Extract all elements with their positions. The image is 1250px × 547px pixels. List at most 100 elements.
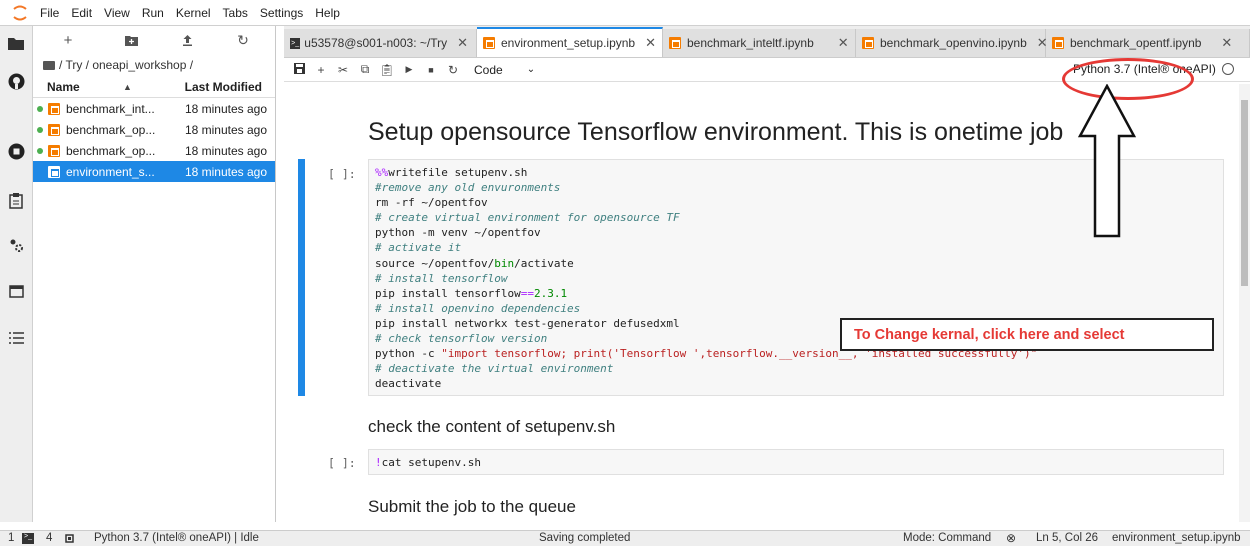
file-row-selected[interactable]: environment_s... 18 minutes ago xyxy=(33,161,275,182)
sort-up-icon[interactable]: ▲ xyxy=(123,82,183,92)
file-browser: + ↻ / Try / oneapi_workshop / Name ▲ Las… xyxy=(33,26,276,522)
code-cell-source[interactable]: !cat setupenv.sh xyxy=(369,450,1223,475)
column-last-modified[interactable]: Last Modified xyxy=(183,80,268,94)
menu-kernel[interactable]: Kernel xyxy=(176,6,211,20)
tab-benchmark-opentf[interactable]: benchmark_opentf.ipynb ✕ xyxy=(1046,29,1250,57)
extensions-icon[interactable] xyxy=(7,236,25,254)
cursor-position[interactable]: Ln 5, Col 26 xyxy=(1036,532,1098,544)
file-list-header: Name ▲ Last Modified xyxy=(33,76,275,98)
scrollbar-thumb[interactable] xyxy=(1241,100,1248,286)
menu-help[interactable]: Help xyxy=(315,6,340,20)
tab-label: u53578@s001-n003: ~/Try xyxy=(304,36,448,50)
close-icon[interactable]: ✕ xyxy=(838,35,849,51)
cell-prompt: [ ]: xyxy=(328,167,356,181)
file-modified: 18 minutes ago xyxy=(184,122,267,137)
copy-icon[interactable]: ⧉ xyxy=(354,62,376,77)
upload-button[interactable] xyxy=(159,27,215,53)
status-count-1[interactable]: 1 xyxy=(8,532,14,544)
annotation-callout: To Change kernal, click here and select xyxy=(840,318,1214,351)
breadcrumb-path[interactable]: / Try / oneapi_workshop / xyxy=(59,58,193,72)
refresh-button[interactable]: ↻ xyxy=(215,27,271,53)
bug-icon[interactable]: ⊗ xyxy=(1006,531,1016,545)
plus-icon: + xyxy=(63,31,73,49)
running-dot-icon xyxy=(37,169,43,175)
folder-icon[interactable] xyxy=(7,34,25,52)
close-icon[interactable]: ✕ xyxy=(645,35,656,51)
cut-icon[interactable]: ✂ xyxy=(332,63,354,77)
run-icon[interactable]: ▶ xyxy=(398,64,420,75)
jupyter-logo-icon xyxy=(0,0,40,26)
notebook-icon xyxy=(1052,37,1064,49)
file-row[interactable]: benchmark_int... 18 minutes ago xyxy=(33,98,275,119)
file-browser-toolbar: + ↻ xyxy=(33,26,275,54)
running-icon[interactable] xyxy=(7,142,25,160)
menu-view[interactable]: View xyxy=(104,6,130,20)
column-name[interactable]: Name xyxy=(33,80,123,94)
toc-icon[interactable] xyxy=(7,329,25,347)
notebook-icon xyxy=(669,37,681,49)
vertical-scrollbar[interactable] xyxy=(1239,84,1250,522)
annotation-arrow-icon xyxy=(1077,84,1137,238)
new-folder-button[interactable] xyxy=(103,27,159,53)
file-name: environment_s... xyxy=(65,164,155,179)
tab-environment-setup[interactable]: environment_setup.ipynb ✕ xyxy=(477,27,663,57)
restart-icon[interactable]: ↻ xyxy=(442,63,464,77)
status-count-2[interactable]: 4 xyxy=(46,532,52,544)
markdown-heading: check the content of setupenv.sh xyxy=(368,417,616,436)
upload-icon xyxy=(182,35,192,46)
notebook-icon xyxy=(483,37,495,49)
menu-file[interactable]: File xyxy=(40,6,59,20)
notebook-icon xyxy=(862,37,874,49)
terminal-icon: >_ xyxy=(290,37,301,49)
status-bar: 1 >_ 4 Python 3.7 (Intel® oneAPI) | Idle… xyxy=(0,530,1250,546)
new-launcher-button[interactable]: + xyxy=(33,27,103,53)
menu-settings[interactable]: Settings xyxy=(260,6,303,20)
code-cell[interactable]: !cat setupenv.sh xyxy=(368,449,1224,475)
notebook-heading: Setup opensource Tensorflow environment.… xyxy=(368,118,1064,146)
paste-icon[interactable]: 📋︎ xyxy=(376,63,398,77)
tab-label: benchmark_opentf.ipynb xyxy=(1070,36,1202,50)
tab-benchmark-inteltf[interactable]: benchmark_inteltf.ipynb ✕ xyxy=(663,29,856,57)
file-name: benchmark_op... xyxy=(65,143,156,158)
cell-collapser[interactable] xyxy=(298,159,305,396)
tab-label: environment_setup.ipynb xyxy=(501,36,636,50)
folder-icon xyxy=(43,60,55,70)
save-status: Saving completed xyxy=(539,532,631,544)
kernel-status-icon xyxy=(1222,63,1234,75)
file-row[interactable]: benchmark_op... 18 minutes ago xyxy=(33,119,275,140)
menu-edit[interactable]: Edit xyxy=(71,6,92,20)
save-icon[interactable] xyxy=(288,62,310,77)
file-name: benchmark_op... xyxy=(65,122,156,137)
github-icon[interactable] xyxy=(7,72,25,90)
notebook-icon xyxy=(47,165,60,178)
notebook-icon xyxy=(47,144,60,157)
tab-benchmark-openvino[interactable]: benchmark_openvino.ipynb ✕ xyxy=(856,29,1048,57)
kernel-status[interactable]: Python 3.7 (Intel® oneAPI) | Idle xyxy=(94,532,259,544)
notebook-icon xyxy=(47,102,60,115)
new-folder-icon xyxy=(124,35,138,46)
markdown-heading: Submit the job to the queue xyxy=(368,497,576,516)
running-dot-icon xyxy=(37,105,43,112)
status-filename: environment_setup.ipynb xyxy=(1112,532,1241,544)
tab-terminal[interactable]: >_ u53578@s001-n003: ~/Try ✕ xyxy=(284,29,477,57)
cell-type-select[interactable]: Code xyxy=(474,63,503,77)
tab-bar: >_ u53578@s001-n003: ~/Try ✕ environment… xyxy=(284,26,1250,58)
annotation-text: To Change kernal, click here and select xyxy=(854,326,1125,343)
activity-bar xyxy=(0,26,33,522)
menu-bar: File Edit View Run Kernel Tabs Settings … xyxy=(0,0,1250,26)
terminal-icon: >_ xyxy=(22,533,34,544)
menu-run[interactable]: Run xyxy=(142,6,164,20)
file-name: benchmark_int... xyxy=(65,101,155,116)
tabs-icon[interactable] xyxy=(7,282,25,300)
close-icon[interactable]: ✕ xyxy=(457,35,468,51)
breadcrumb[interactable]: / Try / oneapi_workshop / xyxy=(33,54,275,76)
add-cell-icon[interactable]: + xyxy=(310,63,332,77)
file-row[interactable]: benchmark_op... 18 minutes ago xyxy=(33,140,275,161)
stop-icon[interactable]: ■ xyxy=(420,65,442,75)
chevron-down-icon[interactable]: ⌄ xyxy=(527,64,535,75)
close-icon[interactable]: ✕ xyxy=(1221,35,1232,51)
chip-icon xyxy=(64,533,75,547)
running-dot-icon xyxy=(37,126,43,133)
menu-tabs[interactable]: Tabs xyxy=(223,6,248,20)
commands-icon[interactable] xyxy=(7,192,25,210)
